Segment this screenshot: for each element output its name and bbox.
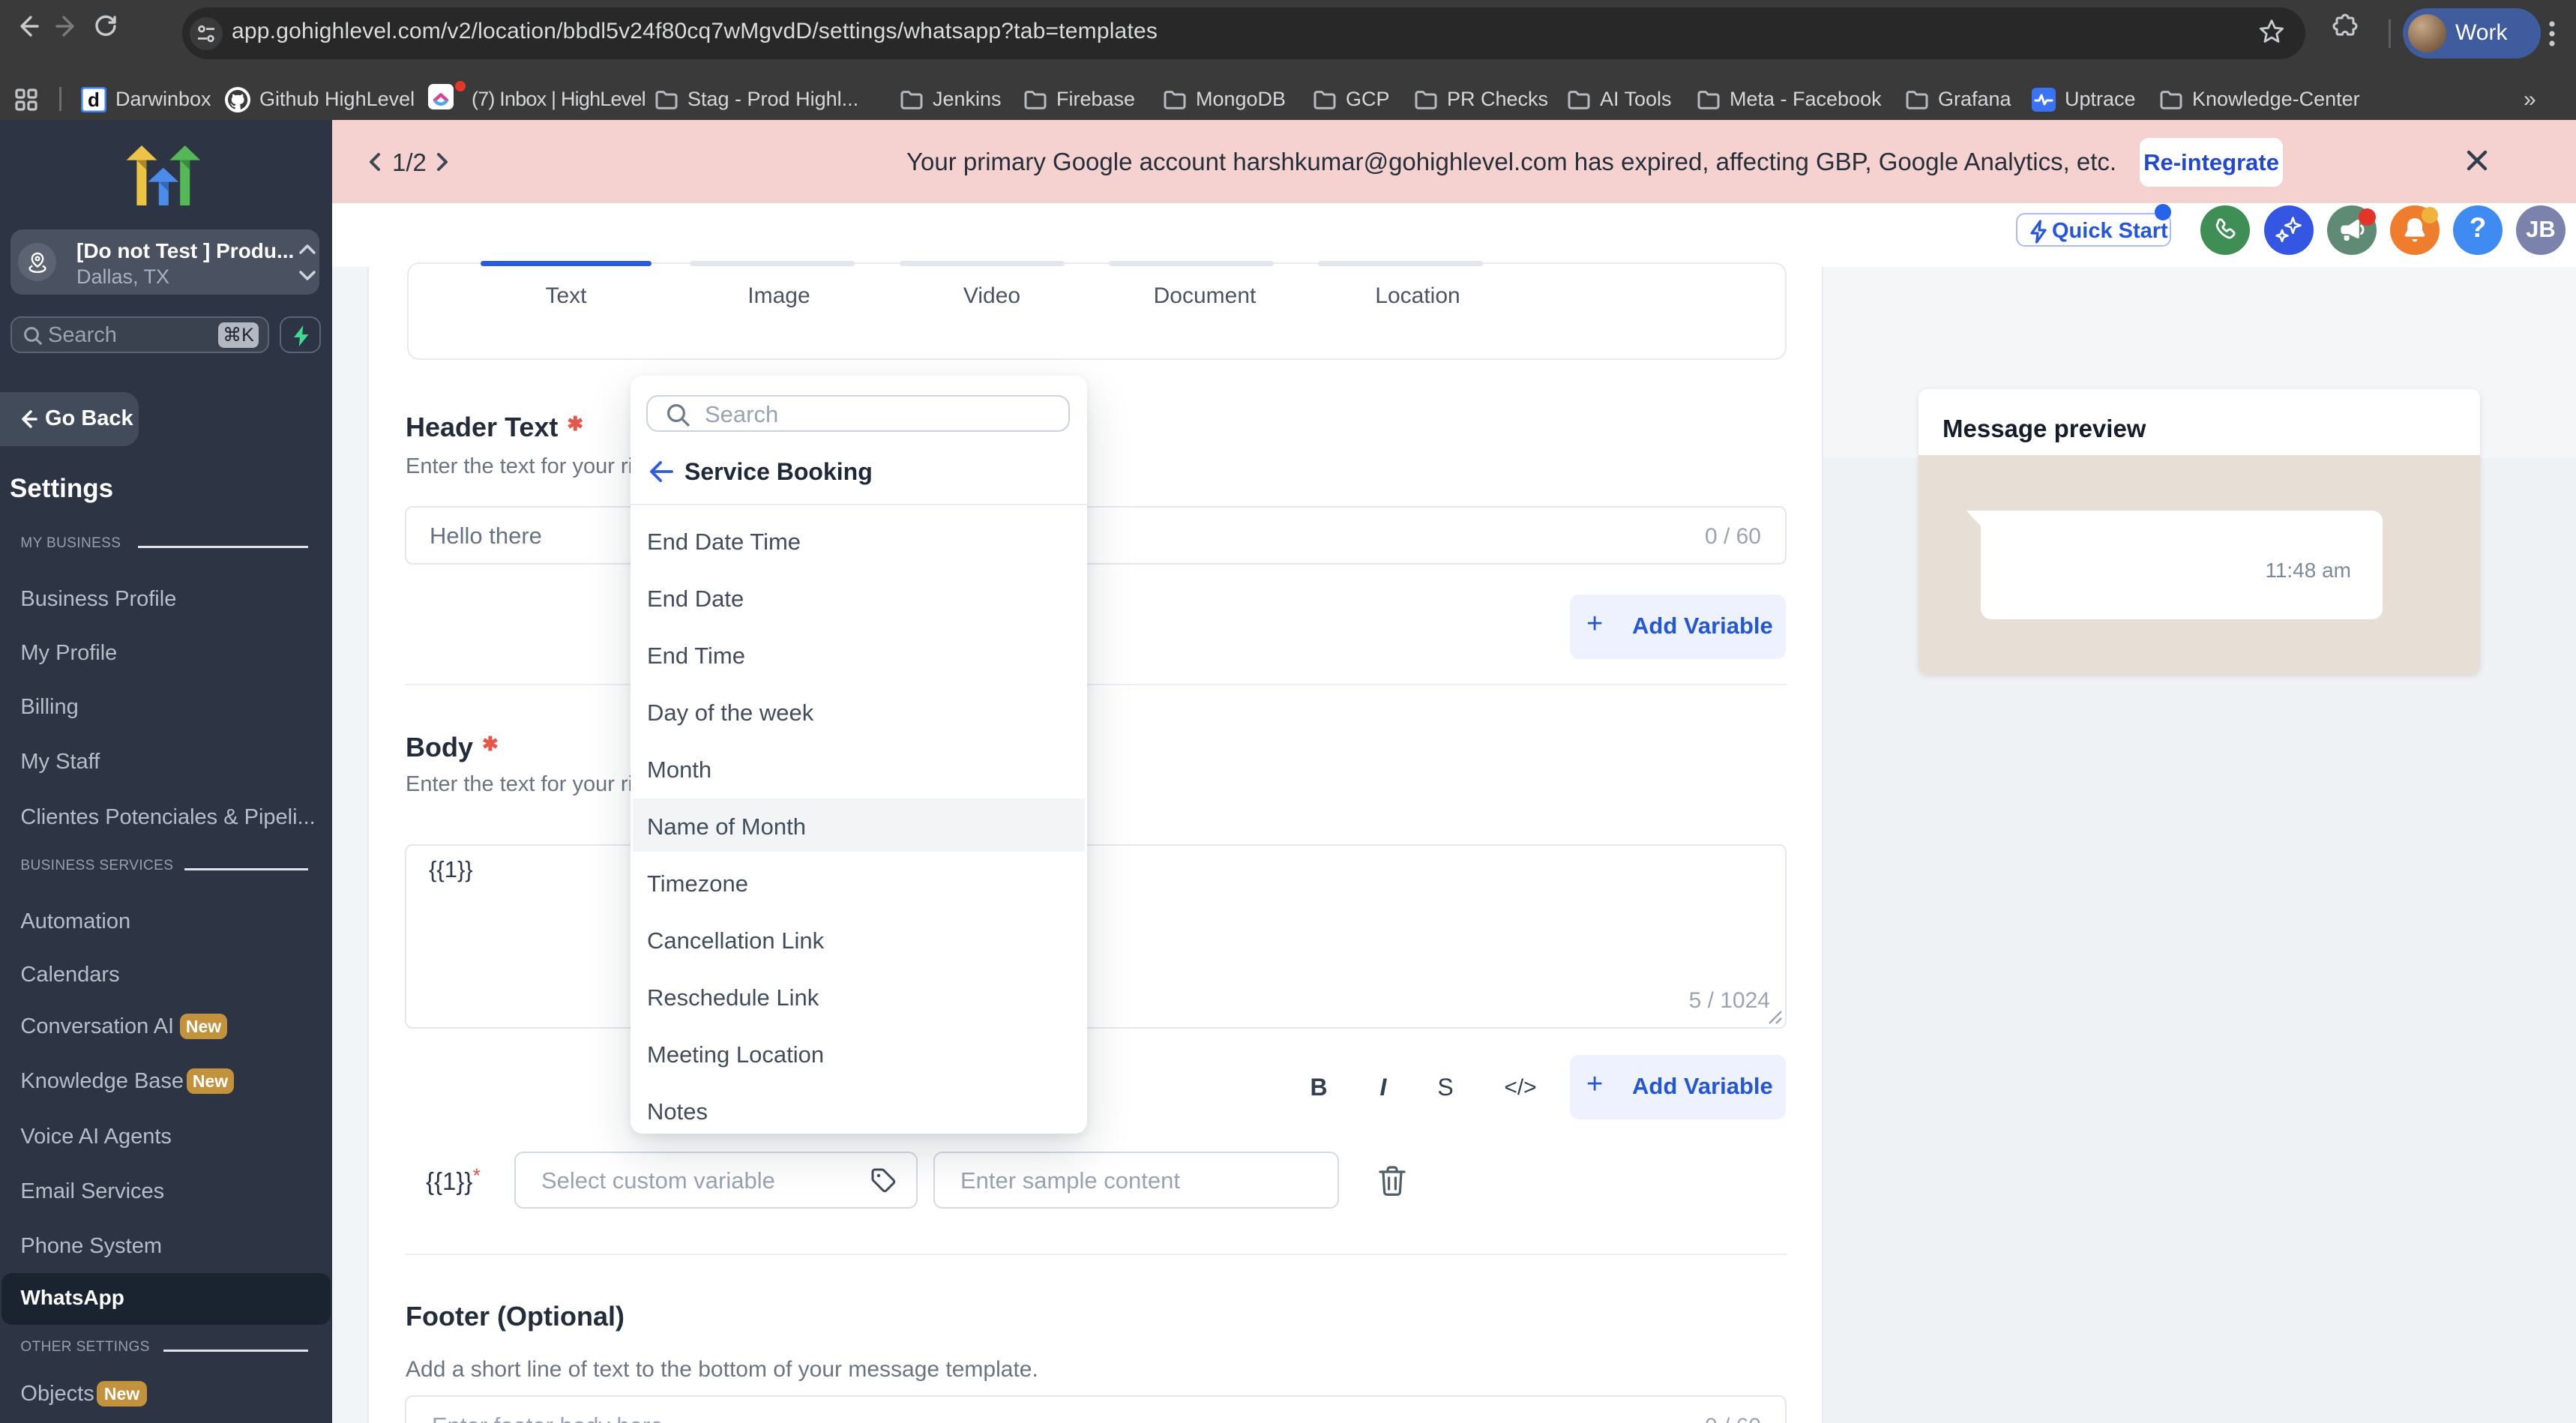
svg-text:d: d [88, 88, 100, 111]
